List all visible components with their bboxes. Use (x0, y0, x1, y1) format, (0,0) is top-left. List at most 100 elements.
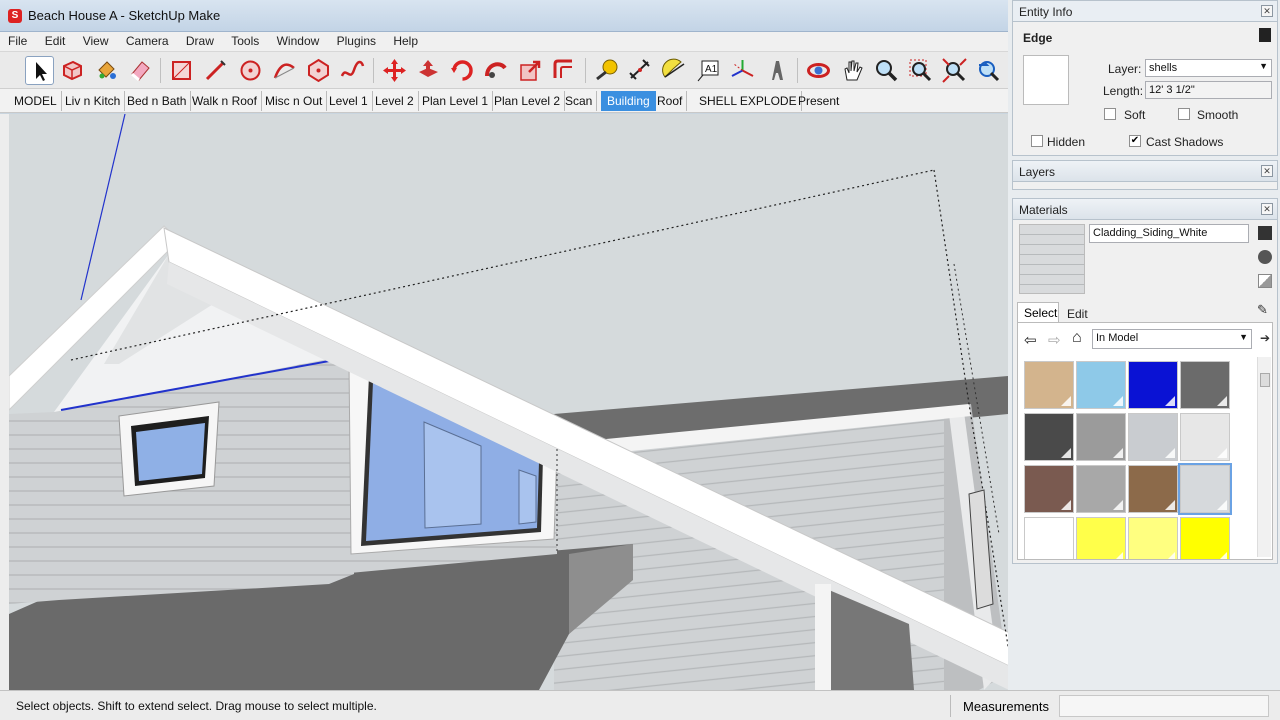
zoom-extents-icon[interactable] (940, 56, 969, 85)
material-swatch[interactable] (1076, 465, 1126, 513)
zoom-icon[interactable] (872, 56, 901, 85)
push-pull-icon[interactable] (414, 56, 443, 85)
polygon-icon[interactable] (304, 56, 333, 85)
text-icon[interactable]: A1 (694, 56, 723, 85)
minimize-icon[interactable] (1259, 28, 1271, 42)
material-swatch[interactable] (1180, 517, 1230, 559)
layer-select[interactable]: shells ▼ (1145, 59, 1272, 77)
circle-icon[interactable] (236, 56, 265, 85)
scene-tab-misc-n-out[interactable]: Misc n Out (261, 91, 328, 111)
menu-help[interactable]: Help (385, 32, 424, 48)
paint-bucket-icon[interactable] (92, 56, 121, 85)
length-field[interactable]: 12' 3 1/2" (1145, 81, 1272, 99)
back-arrow-icon[interactable]: ⇦ (1024, 331, 1037, 349)
menu-camera[interactable]: Camera (118, 32, 175, 48)
menu-file[interactable]: File (0, 32, 33, 48)
menu-edit[interactable]: Edit (37, 32, 72, 48)
material-swatch[interactable] (1180, 361, 1230, 409)
menu-window[interactable]: Window (269, 32, 326, 48)
measurements-input[interactable] (1059, 695, 1269, 717)
soft-checkbox[interactable] (1104, 108, 1116, 120)
material-swatch[interactable] (1178, 463, 1232, 515)
create-material-icon[interactable] (1258, 226, 1272, 240)
pan-icon[interactable] (838, 56, 867, 85)
material-swatch[interactable] (1024, 413, 1074, 461)
scene-tab-present[interactable]: Present (794, 91, 843, 111)
menu-plugins[interactable]: Plugins (329, 32, 382, 48)
axes-icon[interactable] (728, 56, 757, 85)
smooth-checkbox[interactable] (1178, 108, 1190, 120)
default-material-icon[interactable] (1258, 274, 1272, 288)
menu-draw[interactable]: Draw (178, 32, 220, 48)
close-icon[interactable]: ✕ (1261, 203, 1273, 215)
move-icon[interactable] (380, 56, 409, 85)
material-swatch[interactable] (1076, 413, 1126, 461)
details-arrow-icon[interactable]: ➔ (1260, 331, 1270, 345)
scene-tab-building[interactable]: Building (601, 91, 656, 111)
protractor-icon[interactable] (660, 56, 689, 85)
scene-tab-level-2[interactable]: Level 2 (371, 91, 419, 111)
close-icon[interactable]: ✕ (1261, 5, 1273, 17)
3d-text-icon[interactable] (762, 56, 791, 85)
entity-color-swatch[interactable] (1023, 55, 1069, 105)
eraser-icon[interactable] (126, 56, 155, 85)
sample-paint-icon[interactable] (1258, 250, 1272, 264)
entity-info-header[interactable]: Entity Info ✕ (1012, 0, 1278, 22)
menu-view[interactable]: View (75, 32, 115, 48)
material-swatch[interactable] (1024, 517, 1074, 559)
previous-icon[interactable] (974, 56, 1003, 85)
home-icon[interactable]: ⌂ (1072, 329, 1082, 347)
material-name-field[interactable]: Cladding_Siding_White (1089, 224, 1249, 243)
material-swatch[interactable] (1128, 413, 1178, 461)
material-swatch[interactable] (1128, 465, 1178, 513)
arc-icon[interactable] (270, 56, 299, 85)
collection-select[interactable]: In Model ▼ (1092, 329, 1252, 349)
tab-select[interactable]: Select (1017, 302, 1059, 322)
select-icon[interactable] (25, 56, 54, 85)
menu-bar: File Edit View Camera Draw Tools Window … (0, 32, 1010, 52)
material-swatch[interactable] (1076, 361, 1126, 409)
small-window-glass (136, 423, 205, 481)
line-icon[interactable] (201, 56, 230, 85)
drawing-viewport[interactable] (9, 114, 1008, 690)
layers-title: Layers (1019, 165, 1056, 179)
status-bar: Select objects. Shift to extend select. … (0, 690, 1280, 720)
material-swatch[interactable] (1128, 361, 1178, 409)
scene-tab-liv-n-kitch[interactable]: Liv n Kitch (61, 91, 126, 111)
make-component-icon[interactable] (58, 56, 87, 85)
material-swatch[interactable] (1076, 517, 1126, 559)
dimension-icon[interactable] (626, 56, 655, 85)
layers-header[interactable]: Layers ✕ (1012, 160, 1278, 182)
scene-tab-plan-level-2[interactable]: Plan Level 2 (490, 91, 566, 111)
offset-icon[interactable] (550, 56, 579, 85)
tab-edit[interactable]: Edit (1061, 304, 1101, 322)
scene-tab-roof[interactable]: Roof (653, 91, 688, 111)
scene-tab-walk-n-roof[interactable]: Walk n Roof (188, 91, 262, 111)
zoom-window-icon[interactable] (906, 56, 935, 85)
eyedropper-icon[interactable]: ✎ (1257, 302, 1271, 318)
scene-tab-level-1[interactable]: Level 1 (325, 91, 373, 111)
orbit-icon[interactable] (804, 56, 833, 85)
scene-tab-scan[interactable]: Scan (561, 91, 598, 111)
rotate-icon[interactable] (448, 56, 477, 85)
forward-arrow-icon[interactable]: ⇨ (1048, 331, 1061, 349)
cast-shadows-checkbox[interactable]: ✔ (1129, 135, 1141, 147)
freehand-icon[interactable] (338, 56, 367, 85)
hidden-checkbox[interactable] (1031, 135, 1043, 147)
tape-measure-icon[interactable] (592, 56, 621, 85)
scene-tab-bed-n-bath[interactable]: Bed n Bath (123, 91, 192, 111)
follow-me-icon[interactable] (482, 56, 511, 85)
scale-icon[interactable] (516, 56, 545, 85)
material-swatch[interactable] (1128, 517, 1178, 559)
scene-tab-plan-level-1[interactable]: Plan Level 1 (418, 91, 494, 111)
materials-header[interactable]: Materials ✕ (1012, 198, 1278, 220)
menu-tools[interactable]: Tools (223, 32, 265, 48)
materials-scrollbar[interactable] (1257, 357, 1271, 557)
rectangle-icon[interactable] (167, 56, 196, 85)
scene-tab-shell-explode[interactable]: SHELL EXPLODE (695, 91, 802, 111)
material-swatch[interactable] (1024, 465, 1074, 513)
scene-tab-model[interactable]: MODEL (10, 91, 62, 111)
material-swatch[interactable] (1180, 413, 1230, 461)
material-swatch[interactable] (1024, 361, 1074, 409)
close-icon[interactable]: ✕ (1261, 165, 1273, 177)
